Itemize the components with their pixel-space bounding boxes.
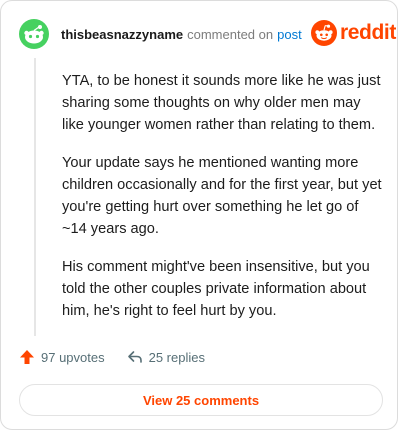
comment-body: YTA, to be honest it sounds more like he…: [62, 70, 382, 338]
upvote-arrow-icon: [20, 350, 34, 364]
reply-icon: [127, 351, 142, 363]
reddit-brand[interactable]: reddit: [311, 20, 396, 46]
comment-card: thisbeasnazzyname commented on post reddit…: [0, 0, 398, 430]
post-link[interactable]: post: [277, 27, 302, 42]
replies-count[interactable]: 25 replies: [127, 349, 205, 365]
reddit-wordmark: reddit: [340, 21, 396, 44]
comment-paragraph: YTA, to be honest it sounds more like he…: [62, 73, 381, 133]
reddit-logo-icon: [311, 20, 337, 46]
comment-header: thisbeasnazzyname commented on post: [61, 27, 302, 43]
replies-label: 25 replies: [148, 349, 205, 365]
upvotes-count[interactable]: 97 upvotes: [19, 349, 105, 365]
commented-on-text: commented on: [187, 27, 274, 42]
username-link[interactable]: thisbeasnazzyname: [61, 27, 183, 42]
comment-paragraph: His comment might've been insensitive, b…: [62, 259, 370, 319]
comment-paragraph: Your update says he mentioned wanting mo…: [62, 155, 382, 237]
view-comments-button[interactable]: View 25 comments: [19, 384, 383, 416]
comment-footer: 97 upvotes 25 replies: [19, 349, 205, 365]
snoo-avatar-icon[interactable]: [19, 19, 49, 49]
thread-line: [34, 58, 36, 336]
upvotes-label: 97 upvotes: [41, 349, 105, 365]
